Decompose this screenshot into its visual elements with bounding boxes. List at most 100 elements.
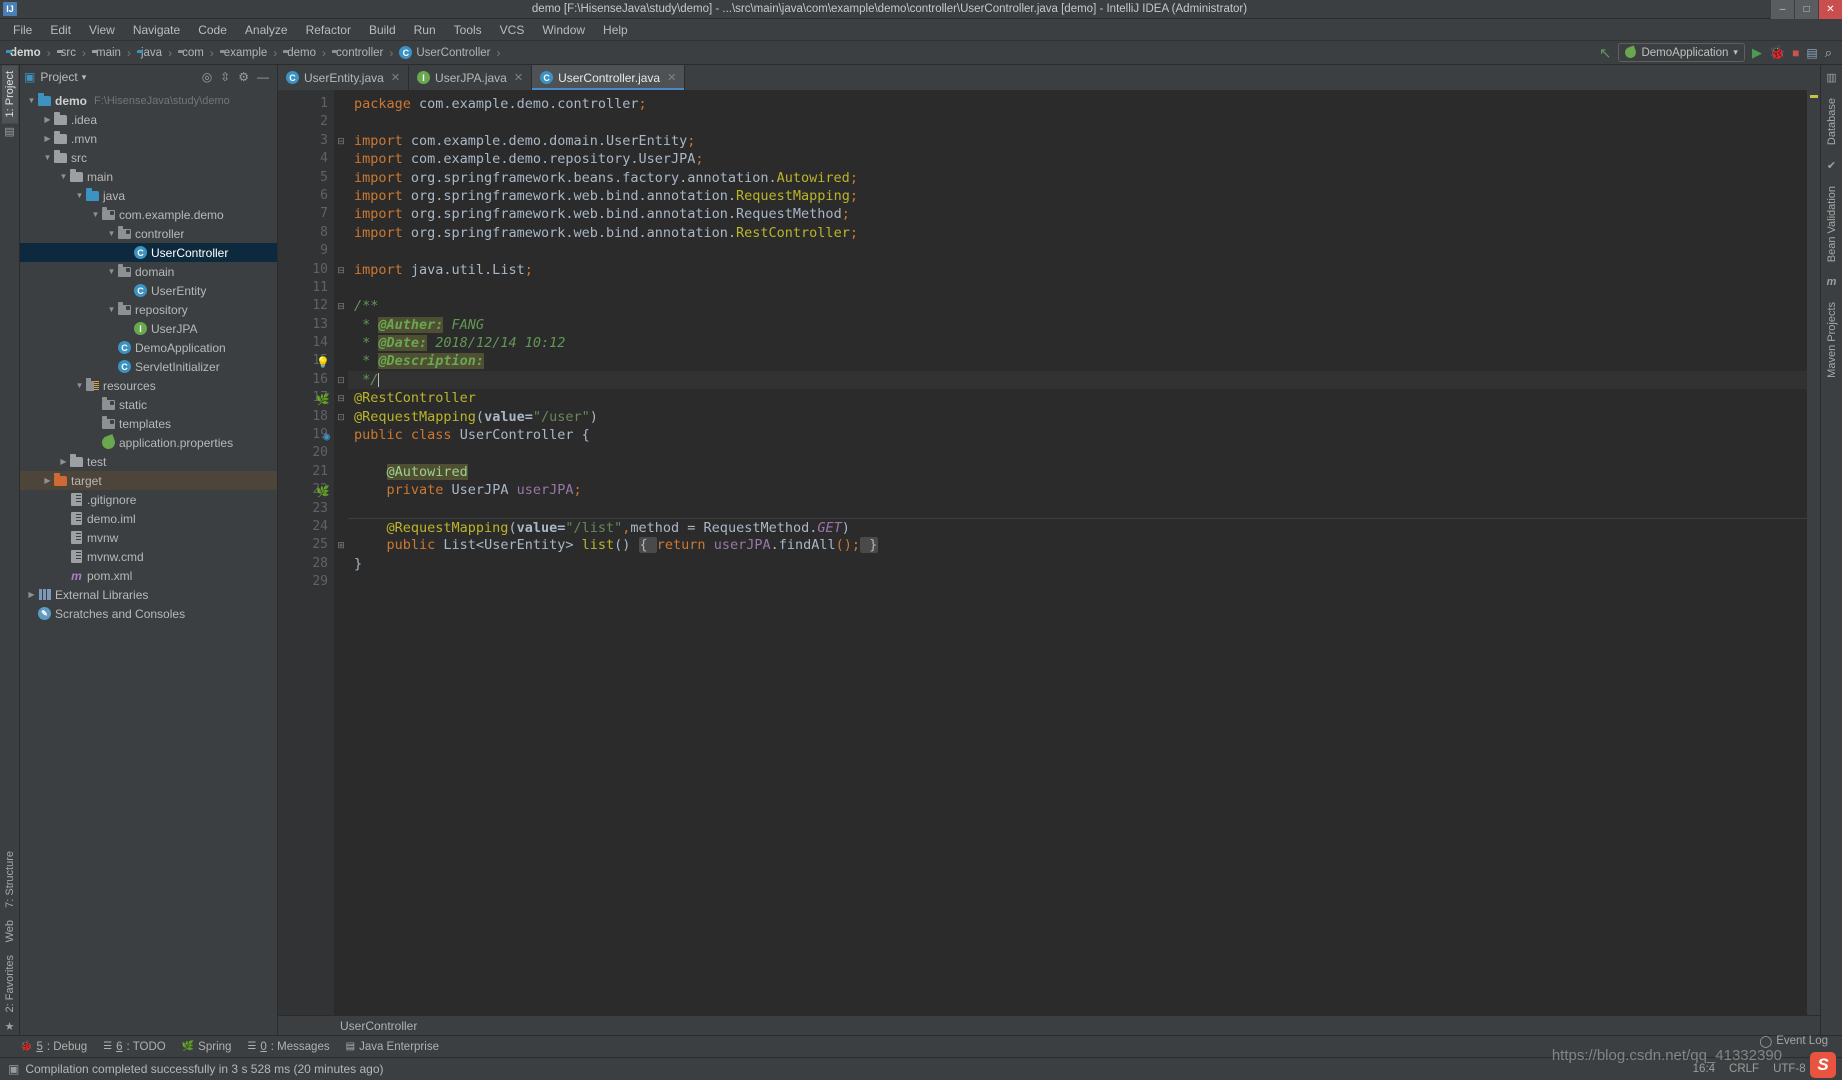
breadcrumb-item-demo[interactable]: demo — [4, 47, 43, 59]
code-line[interactable]: /** — [348, 297, 1807, 315]
code-line[interactable] — [348, 113, 1807, 131]
tree-item-userentity[interactable]: ▶CUserEntity — [20, 281, 277, 300]
code-line[interactable]: import org.springframework.web.bind.anno… — [348, 205, 1807, 223]
chevron-down-icon[interactable]: ▼ — [106, 267, 117, 276]
chevron-down-icon[interactable]: ▼ — [58, 172, 69, 181]
tree-item-java[interactable]: ▼ java — [20, 186, 277, 205]
line-number[interactable]: 9 — [278, 242, 334, 260]
sidebar-item-project[interactable]: 1: Project — [1, 65, 18, 124]
line-number[interactable]: 20 — [278, 444, 334, 462]
line-number[interactable]: 17 🌿 — [278, 389, 334, 407]
line-number[interactable]: 1 — [278, 95, 334, 113]
code-line[interactable]: private UserJPA userJPA; — [348, 481, 1807, 499]
stop-button[interactable]: ■ — [1792, 46, 1799, 60]
code-line[interactable]: * @Description: — [348, 352, 1807, 370]
tree-item-static[interactable]: ▶ static — [20, 395, 277, 414]
chevron-down-icon[interactable]: ▼ — [26, 96, 37, 105]
editor-tab-usercontroller-java[interactable]: C UserController.java ✕ — [532, 65, 686, 90]
tree-item-demo[interactable]: ▼ demo F:\HisenseJava\study\demo — [20, 91, 277, 110]
chevron-down-icon[interactable]: ▼ — [74, 191, 85, 200]
line-number[interactable]: 4 — [278, 150, 334, 168]
event-log-button[interactable]: ◯ Event Log — [1759, 1034, 1828, 1048]
line-number[interactable]: 24 — [278, 518, 334, 536]
line-number-gutter[interactable]: 1 2 3 4 5 6 7 8 9 10 11 12 13 14 15 💡 16 17 🌿 18 19 ◉ 20 21 22 🌿 2… — [278, 90, 334, 1015]
gutter-marker-icon[interactable]: 🌿 — [316, 391, 330, 406]
code-line[interactable]: } — [348, 555, 1807, 573]
fold-toggle[interactable]: ⊟ — [334, 132, 348, 150]
code-line[interactable]: package com.example.demo.controller; — [348, 95, 1807, 113]
code-line[interactable] — [348, 279, 1807, 297]
warning-marker[interactable] — [1810, 95, 1818, 98]
breadcrumb-item-com[interactable]: com — [176, 47, 206, 59]
tree-item-test[interactable]: ▶ test — [20, 452, 277, 471]
bottom-tool-java-enterprise[interactable]: ▤ Java Enterprise — [346, 1041, 439, 1053]
file-encoding[interactable]: UTF-8 — [1773, 1063, 1806, 1075]
menu-build[interactable]: Build — [360, 21, 405, 39]
line-number[interactable]: 8 — [278, 224, 334, 242]
menu-tools[interactable]: Tools — [445, 21, 491, 39]
line-number[interactable]: 14 — [278, 334, 334, 352]
tree-item-main[interactable]: ▼ main — [20, 167, 277, 186]
tree-item-mvnw-cmd[interactable]: ▶ mvnw.cmd — [20, 547, 277, 566]
tree-item--mvn[interactable]: ▶ .mvn — [20, 129, 277, 148]
breadcrumb-item-java[interactable]: java — [135, 47, 164, 59]
line-number[interactable]: 3 — [278, 132, 334, 150]
debug-button[interactable]: 🐞 — [1769, 45, 1785, 61]
code-line[interactable]: @RequestMapping(value="/user") — [348, 408, 1807, 426]
sidebar-item-structure[interactable]: 7: Structure — [2, 845, 18, 914]
fold-toggle[interactable]: ⊟ — [334, 389, 348, 407]
menu-window[interactable]: Window — [533, 21, 594, 39]
line-number[interactable]: 28 — [278, 555, 334, 573]
gutter-marker-icon[interactable]: 🌿 — [316, 483, 330, 498]
menu-refactor[interactable]: Refactor — [297, 21, 360, 39]
code-line[interactable] — [348, 242, 1807, 260]
menu-vcs[interactable]: VCS — [491, 21, 534, 39]
bottom-tool--messages[interactable]: ☰ 0: Messages — [247, 1041, 329, 1053]
code-content[interactable]: package com.example.demo.controller; imp… — [348, 90, 1807, 1015]
code-line[interactable]: public class UserController { — [348, 426, 1807, 444]
line-number[interactable]: 16 — [278, 371, 334, 389]
code-line[interactable]: public List<UserEntity> list() { return … — [348, 536, 1807, 554]
editor-tab-userentity-java[interactable]: C UserEntity.java ✕ — [278, 65, 410, 90]
menu-code[interactable]: Code — [189, 21, 236, 39]
sidebar-item-favorites[interactable]: 2: Favorites — [2, 949, 18, 1018]
tree-item-demoapplication[interactable]: ▶CDemoApplication — [20, 338, 277, 357]
search-icon[interactable]: ⌕ — [1825, 45, 1832, 61]
menu-file[interactable]: File — [4, 21, 41, 39]
code-line[interactable]: @RestController — [348, 389, 1807, 407]
sidebar-item-web[interactable]: Web — [2, 914, 18, 948]
settings-gear-icon[interactable]: ⚙ — [238, 70, 249, 84]
marker-bar[interactable] — [1807, 90, 1820, 1015]
tree-item-mvnw[interactable]: ▶ mvnw — [20, 528, 277, 547]
tree-item-userjpa[interactable]: ▶IUserJPA — [20, 319, 277, 338]
fold-toggle[interactable]: ⊡ — [334, 408, 348, 426]
code-line[interactable] — [348, 500, 1807, 518]
chevron-down-icon[interactable]: ▼ — [42, 153, 53, 162]
run-configuration-selector[interactable]: DemoApplication ▾ — [1618, 43, 1745, 62]
tree-item-usercontroller[interactable]: ▶CUserController — [20, 243, 277, 262]
tree-item-templates[interactable]: ▶ templates — [20, 414, 277, 433]
tree-item-external-libraries[interactable]: ▶ External Libraries — [20, 585, 277, 604]
tree-item-application-properties[interactable]: ▶ application.properties — [20, 433, 277, 452]
code-folding-column[interactable]: ⊟ ⊟ ⊟ ⊡ ⊟ ⊡ ⊞ — [334, 90, 348, 1015]
code-line[interactable]: */ — [348, 370, 1807, 390]
tree-item-target[interactable]: ▶ target — [20, 471, 277, 490]
project-tree[interactable]: ▼ demo F:\HisenseJava\study\demo ▶ .idea ▶ .mv… — [20, 89, 277, 1035]
line-number[interactable]: 21 — [278, 463, 334, 481]
back-arrow-icon[interactable]: ↖ — [1599, 44, 1612, 62]
chevron-right-icon[interactable]: ▶ — [58, 457, 69, 466]
menu-view[interactable]: View — [80, 21, 124, 39]
editor-tab-userjpa-java[interactable]: I UserJPA.java ✕ — [409, 65, 533, 90]
code-line[interactable]: import org.springframework.web.bind.anno… — [348, 224, 1807, 242]
code-line[interactable]: * @Auther: FANG — [348, 316, 1807, 334]
line-number[interactable]: 11 — [278, 279, 334, 297]
code-line[interactable]: @RequestMapping(value="/list",method = R… — [348, 517, 1807, 536]
code-line[interactable]: import java.util.List; — [348, 261, 1807, 279]
code-line[interactable]: * @Date: 2018/12/14 10:12 — [348, 334, 1807, 352]
sidebar-item-database[interactable]: Database — [1824, 92, 1840, 151]
chevron-down-icon[interactable]: ▼ — [90, 210, 101, 219]
code-line[interactable] — [348, 444, 1807, 462]
chevron-right-icon[interactable]: ▶ — [26, 590, 37, 599]
menu-help[interactable]: Help — [594, 21, 637, 39]
menu-run[interactable]: Run — [405, 21, 445, 39]
